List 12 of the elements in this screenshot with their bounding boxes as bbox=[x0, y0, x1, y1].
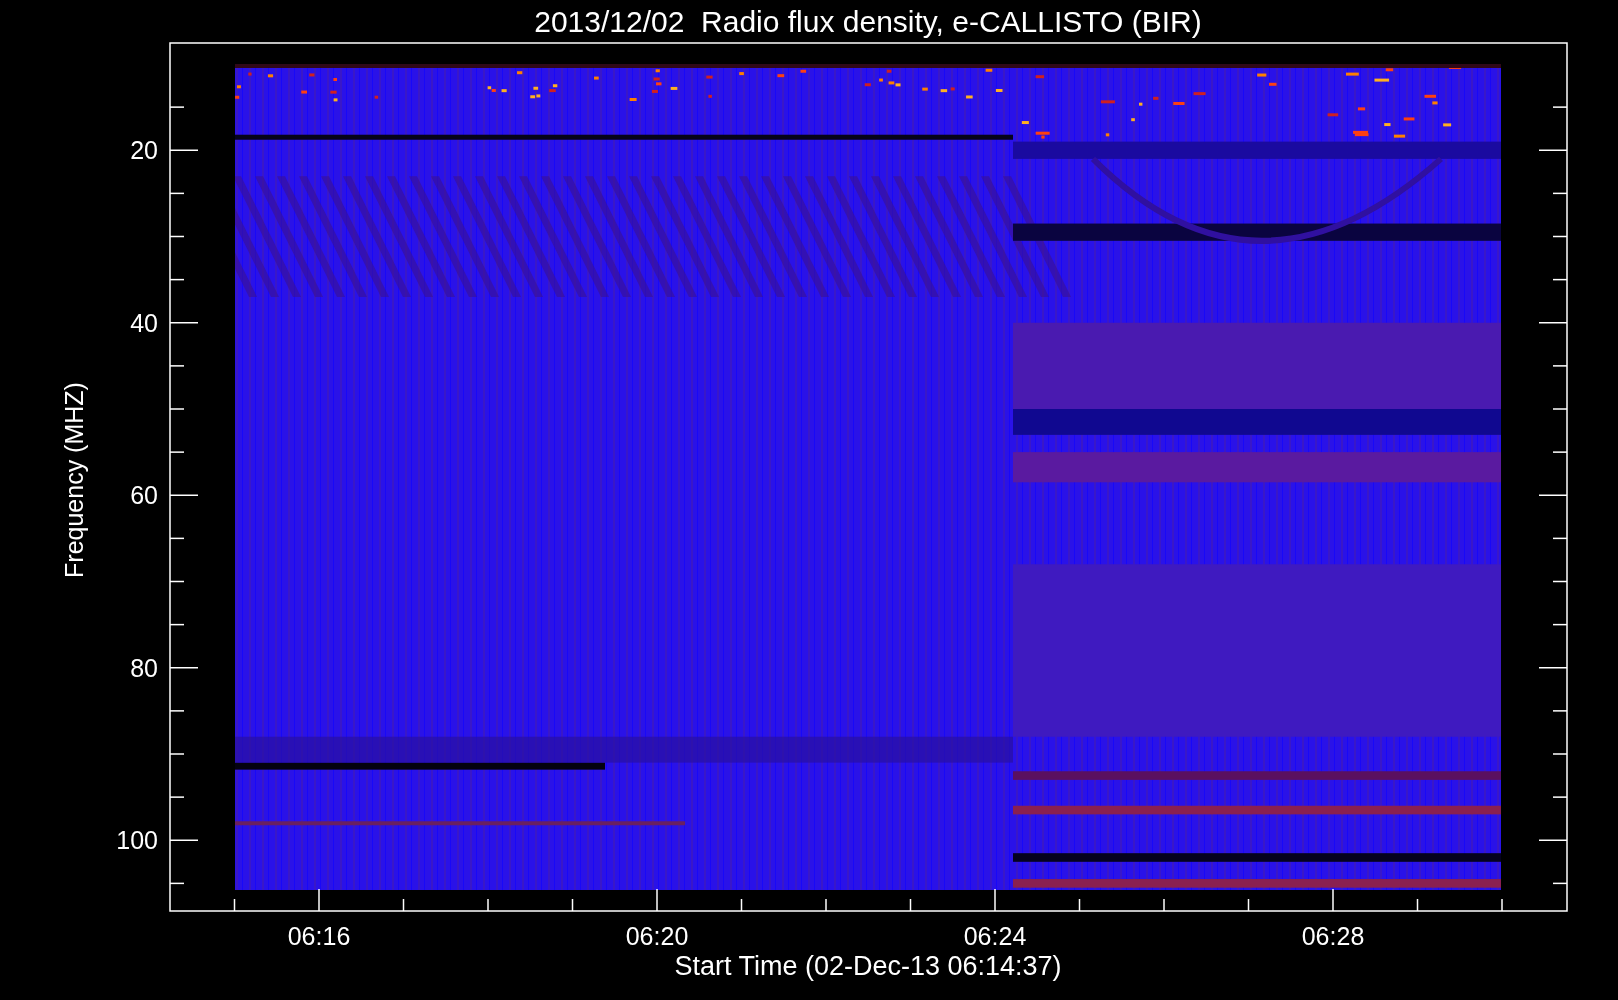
x-tick-label: 06:20 bbox=[625, 922, 689, 950]
y-axis-label: Frequency (MHZ) bbox=[60, 382, 88, 578]
y-tick-label: 80 bbox=[130, 653, 158, 682]
x-axis-label: Start Time (02-Dec-13 06:14:37) bbox=[674, 951, 1062, 981]
y-tick-label: 40 bbox=[130, 308, 158, 337]
y-tick-label: 60 bbox=[130, 481, 158, 510]
x-tick-label: 06:28 bbox=[1301, 922, 1365, 950]
x-tick-label: 06:24 bbox=[963, 922, 1027, 950]
chart-title: 2013/12/02 Radio flux density, e-CALLISTO (BIR) bbox=[534, 5, 1202, 38]
y-tick-label: 100 bbox=[116, 826, 158, 855]
x-tick-label: 06:16 bbox=[287, 922, 351, 950]
y-tick-label: 20 bbox=[130, 136, 158, 165]
